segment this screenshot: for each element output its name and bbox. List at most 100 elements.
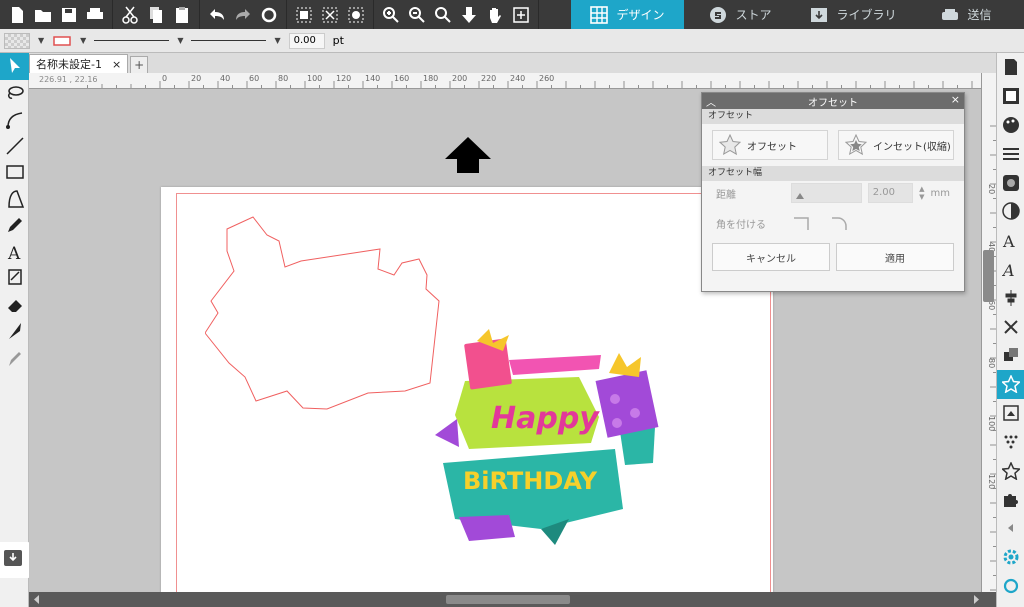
horizontal-scroll-thumb[interactable] [446,595,570,604]
rectangle-tool-icon[interactable] [0,159,29,186]
inset-button[interactable]: インセット(収縮) [838,130,954,160]
polygon-tool-icon[interactable] [0,186,29,213]
tab-design[interactable]: デザイン [571,0,684,29]
sharp-corner-icon[interactable] [792,214,812,232]
align-icon[interactable] [997,283,1024,312]
refresh-icon[interactable] [256,2,282,28]
edit-points-icon[interactable] [0,106,29,133]
scroll-left-icon[interactable] [32,592,42,607]
text-to-path-icon[interactable]: A [997,255,1024,284]
feed-direction-arrow-icon [445,137,491,173]
undo-icon[interactable] [204,2,230,28]
move-down-icon[interactable] [456,2,482,28]
panel-title: オフセット [808,97,858,109]
chevron-down-icon[interactable]: ▼ [177,36,183,45]
collapse-chevron-icon[interactable]: ︿ [706,94,716,109]
replicate-icon[interactable] [997,341,1024,370]
offset-icon[interactable] [997,369,1024,399]
eraser-tool-icon[interactable] [0,292,29,319]
round-corner-icon[interactable] [830,214,850,232]
inset-star-icon [845,134,867,156]
cancel-button[interactable]: キャンセル [712,243,830,271]
lasso-tool-icon[interactable] [0,80,29,107]
fill-color-icon[interactable] [997,111,1024,140]
puzzle-icon[interactable] [997,485,1024,514]
select-color-icon[interactable] [343,2,369,28]
document-tab[interactable]: 名称未設定-1 × [29,54,129,73]
pencil-tool-icon[interactable] [0,212,29,239]
scroll-right-icon[interactable] [971,592,981,607]
zoom-in-icon[interactable] [378,2,404,28]
offset-outline-shape[interactable] [205,215,445,445]
ruler-label: 0 [162,74,167,83]
select-tool-icon[interactable] [0,53,29,80]
distance-input[interactable]: 2.00 [867,183,914,203]
ruler-label: 260 [539,74,554,83]
fill-pattern-swatch[interactable] [4,32,30,49]
sync-icon[interactable] [997,571,1024,600]
line-style-sample[interactable] [94,40,170,41]
distance-unit: mm [930,187,950,199]
draw-tool-icon[interactable] [0,265,29,292]
text-tool-icon[interactable]: A [0,239,29,266]
chevron-down-icon[interactable]: ▼ [80,36,86,45]
apply-button[interactable]: 適用 [836,243,954,271]
text-style-icon[interactable]: A [997,226,1024,255]
horizontal-scrollbar[interactable] [29,592,996,607]
page-setup-icon[interactable] [997,53,1024,82]
offset-button[interactable]: オフセット [712,130,828,160]
corner-options [792,214,850,232]
add-page-icon[interactable] [508,2,534,28]
ruler-label: 200 [452,74,467,83]
store-icon [710,6,727,23]
ruler-label: 160 [394,74,409,83]
redo-icon[interactable] [230,2,256,28]
collapse-arrow-icon[interactable] [997,514,1024,543]
eyedropper-tool-icon[interactable] [0,345,29,372]
line-color-icon[interactable] [52,35,72,47]
print-icon[interactable] [82,2,108,28]
line-style-icon[interactable] [997,139,1024,168]
svg-text:A: A [1002,232,1015,249]
line-tool-icon[interactable] [0,133,29,160]
tab-send[interactable]: 送信 [910,0,1023,29]
distance-slider[interactable] [790,183,862,203]
registration-marks-icon[interactable] [997,82,1024,111]
new-file-icon[interactable] [4,2,30,28]
open-folder-icon[interactable] [30,2,56,28]
ruler-label: 120 [336,74,351,83]
cutting-mat-page[interactable]: Happy BiRTHDAY [161,187,773,592]
zoom-out-icon[interactable] [404,2,430,28]
happy-birthday-artwork[interactable]: Happy BiRTHDAY [429,329,669,549]
trace-icon[interactable] [997,399,1024,428]
chevron-down-icon[interactable]: ▼ [274,36,280,45]
settings-gear-icon[interactable] [997,543,1024,572]
line-width-input[interactable]: 0.00 [288,32,325,49]
cut-icon[interactable] [117,2,143,28]
knife-tool-icon[interactable] [0,318,29,345]
chevron-down-icon[interactable]: ▼ [38,36,44,45]
tab-library[interactable]: ライブラリ [797,0,910,29]
star-outline-icon[interactable] [997,456,1024,485]
vertical-ruler: 20 40 60 80 100 120 [981,73,996,592]
add-tab-button[interactable]: + [130,56,149,73]
save-icon[interactable] [56,2,82,28]
paste-icon[interactable] [169,2,195,28]
tab-store[interactable]: ストア [684,0,797,29]
select-all-icon[interactable] [291,2,317,28]
zoom-fit-icon[interactable] [430,2,456,28]
happy-text: Happy [491,401,600,436]
close-icon[interactable]: × [112,58,121,71]
copy-icon[interactable] [143,2,169,28]
hand-pan-icon[interactable] [482,2,508,28]
deselect-icon[interactable] [317,2,343,28]
gradient-icon[interactable] [997,197,1024,226]
close-icon[interactable]: × [951,93,960,106]
distance-stepper[interactable]: ▲ ▼ [919,185,924,201]
line-width-sample[interactable] [191,40,267,41]
transform-icon[interactable] [997,312,1024,341]
vertical-scroll-thumb[interactable] [983,250,994,302]
send-icon [942,8,959,20]
sketch-icon[interactable] [997,427,1024,456]
pattern-icon[interactable] [997,168,1024,197]
